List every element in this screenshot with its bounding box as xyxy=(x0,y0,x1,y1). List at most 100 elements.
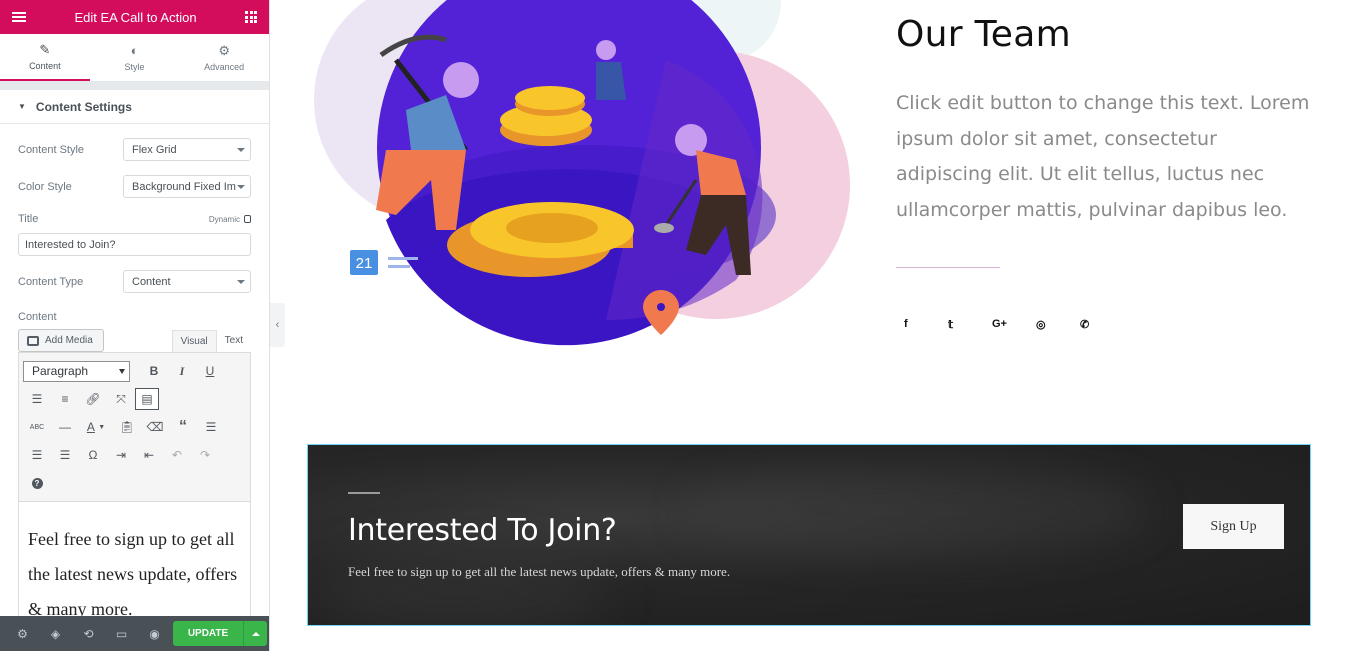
widgets-grid-icon[interactable] xyxy=(245,11,257,23)
align-left-icon[interactable]: ☰ xyxy=(197,415,225,439)
contrast-icon: ◐ xyxy=(130,43,139,58)
content-style-value: Flex Grid xyxy=(132,143,177,156)
tab-visual[interactable]: Visual xyxy=(171,330,217,352)
numbered-list-icon[interactable]: ≡ xyxy=(51,387,79,411)
content-type-value: Content xyxy=(132,275,171,288)
whatsapp-icon[interactable]: ✆ xyxy=(1072,313,1116,335)
strikethrough-icon[interactable]: ABC xyxy=(23,415,51,439)
calendar-number: 21 xyxy=(356,255,373,272)
bullet-list-icon[interactable]: ☰ xyxy=(23,387,51,411)
align-right-icon[interactable]: ☰ xyxy=(51,443,79,467)
undo-icon[interactable]: ↶ xyxy=(163,443,191,467)
outdent-icon[interactable]: ⇤ xyxy=(135,443,163,467)
paste-text-icon[interactable]: 📋︎ xyxy=(113,415,141,439)
editor-top-bar: Add Media Visual Text xyxy=(0,329,269,352)
editor-mode-tabs: Visual Text xyxy=(171,330,251,352)
chevron-down-icon xyxy=(237,185,245,189)
color-style-select[interactable]: Background Fixed Im xyxy=(123,175,251,198)
blockquote-icon[interactable]: “ xyxy=(169,415,197,439)
toolbar-toggle-icon[interactable]: ▤ xyxy=(135,388,159,410)
editor-content-area[interactable]: Feel free to sign up to get all the late… xyxy=(18,502,251,622)
history-icon[interactable]: ⟲ xyxy=(72,616,105,651)
tab-advanced[interactable]: ⚙ Advanced xyxy=(179,34,269,81)
call-to-action-section: Interested To Join? Feel free to sign up… xyxy=(307,444,1311,626)
format-select[interactable]: Paragraph xyxy=(23,360,130,382)
update-button[interactable]: UPDATE xyxy=(173,621,243,646)
chevron-down-icon xyxy=(119,368,125,374)
bold-icon[interactable]: B xyxy=(140,359,168,383)
dynamic-tags-button[interactable]: Dynamic xyxy=(209,215,251,224)
content-type-label: Content Type xyxy=(18,275,84,288)
facebook-icon[interactable]: f xyxy=(896,313,940,335)
tab-style-label: Style xyxy=(124,62,145,72)
text-color-icon[interactable]: A ▼ xyxy=(79,415,113,439)
cta-background-blur xyxy=(688,465,1148,555)
chevron-down-icon xyxy=(237,148,245,152)
content-label: Content xyxy=(18,311,57,323)
editor-panel: Edit EA Call to Action ✎ Content ◐ Style… xyxy=(0,0,270,651)
navigator-icon[interactable]: ◈ xyxy=(39,616,72,651)
update-options-button[interactable] xyxy=(243,621,267,646)
help-icon[interactable]: ? xyxy=(23,471,51,495)
panel-tabs: ✎ Content ◐ Style ⚙ Advanced xyxy=(0,34,269,82)
instagram-icon[interactable]: ◎ xyxy=(1028,313,1072,335)
color-style-label: Color Style xyxy=(18,180,72,193)
content-style-label: Content Style xyxy=(18,143,85,156)
pencil-icon: ✎ xyxy=(39,42,51,57)
cta-text: Feel free to sign up to get all the late… xyxy=(348,564,731,579)
section-title: Content Settings xyxy=(35,99,132,114)
chevron-down-icon xyxy=(237,280,245,284)
content-label-row: Content xyxy=(0,311,269,323)
gear-icon: ⚙ xyxy=(218,43,230,58)
panel-footer: ⚙ ◈ ⟲ ▭ ◉ UPDATE xyxy=(0,616,269,651)
social-icons: f 𝕥 G+ ◎ ✆ xyxy=(896,313,1116,335)
align-center-icon[interactable]: ☰ xyxy=(23,443,51,467)
title-control: Title Dynamic xyxy=(0,213,269,225)
sign-up-button[interactable]: Sign Up xyxy=(1183,504,1284,549)
editor-toolbar: Paragraph B I U ☰ ≡ 🔗︎ ⤧ ▤ ABC — A ▼ 📋︎ … xyxy=(18,352,251,502)
special-character-icon[interactable]: Ω xyxy=(79,443,107,467)
preview-eye-icon[interactable]: ◉ xyxy=(138,616,171,651)
team-illustration: 21 xyxy=(314,0,850,346)
cta-title: Interested To Join? xyxy=(348,513,617,548)
caret-down-icon: ▼ xyxy=(18,102,26,111)
title-input[interactable]: Interested to Join? xyxy=(18,233,251,256)
collapse-panel-button[interactable]: ‹ xyxy=(270,303,285,347)
settings-icon[interactable]: ⚙ xyxy=(6,616,39,651)
underline-icon[interactable]: U xyxy=(196,359,224,383)
caret-up-icon xyxy=(251,631,260,636)
clear-formatting-icon[interactable]: ⌫ xyxy=(141,415,169,439)
add-media-button[interactable]: Add Media xyxy=(18,329,104,352)
team-heading: Our Team xyxy=(896,14,1071,55)
content-style-select[interactable]: Flex Grid xyxy=(123,138,251,161)
twitter-icon[interactable]: 𝕥 xyxy=(940,313,984,335)
indent-icon[interactable]: ⇥ xyxy=(107,443,135,467)
team-description: Click edit button to change this text. L… xyxy=(896,92,1310,221)
color-style-value: Background Fixed Im xyxy=(132,180,236,193)
database-icon xyxy=(244,215,251,223)
content-style-control: Content Style Flex Grid xyxy=(0,138,269,161)
italic-icon[interactable]: I xyxy=(168,359,196,383)
tab-text[interactable]: Text xyxy=(217,330,251,352)
google-plus-icon[interactable]: G+ xyxy=(984,313,1028,335)
tab-content[interactable]: ✎ Content xyxy=(0,34,90,81)
media-icon xyxy=(27,335,39,346)
team-divider xyxy=(896,267,1000,268)
menu-icon[interactable] xyxy=(12,12,26,22)
title-label: Title xyxy=(18,213,39,225)
cta-accent-line xyxy=(348,492,380,494)
panel-title: Edit EA Call to Action xyxy=(74,9,197,25)
tab-style[interactable]: ◐ Style xyxy=(90,34,180,81)
content-settings-section-toggle[interactable]: ▼ Content Settings xyxy=(0,90,269,124)
responsive-icon[interactable]: ▭ xyxy=(105,616,138,651)
redo-icon[interactable]: ↷ xyxy=(191,443,219,467)
link-icon[interactable]: 🔗︎ xyxy=(79,387,107,411)
tab-content-label: Content xyxy=(29,61,61,71)
dynamic-label: Dynamic xyxy=(208,214,240,224)
fullscreen-icon[interactable]: ⤧ xyxy=(107,387,135,411)
color-style-control: Color Style Background Fixed Im xyxy=(0,175,269,198)
horizontal-line-icon[interactable]: — xyxy=(51,415,79,439)
format-select-value: Paragraph xyxy=(32,364,89,378)
content-type-select[interactable]: Content xyxy=(123,270,251,293)
add-media-label: Add Media xyxy=(45,335,93,346)
